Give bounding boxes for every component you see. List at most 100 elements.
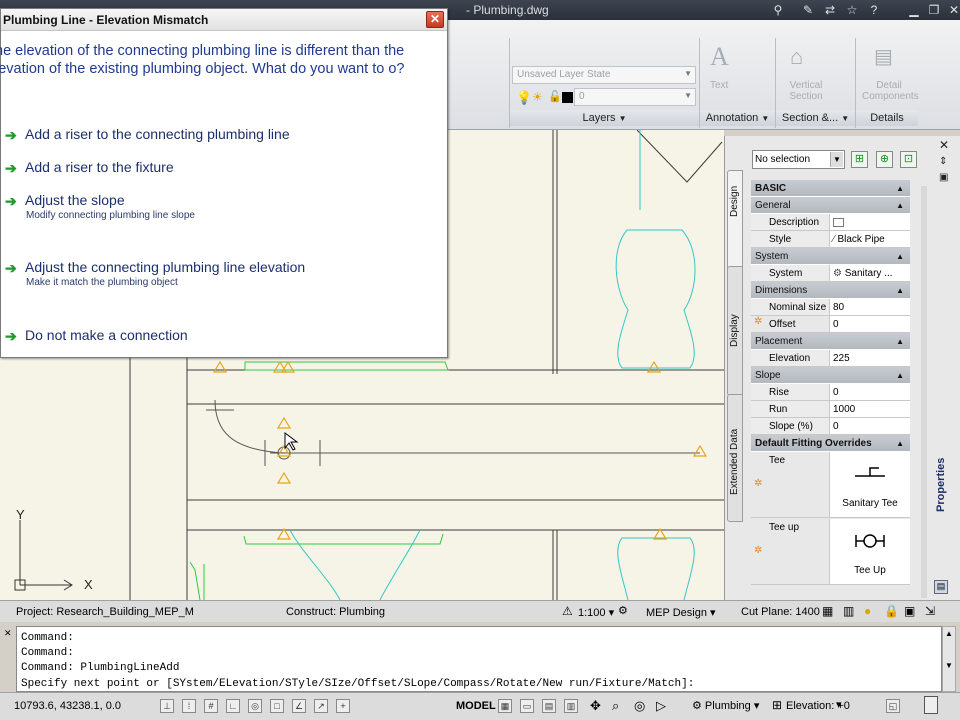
osnap-icon[interactable]: □ (270, 699, 284, 713)
prop-row-style[interactable]: Style ⁄ Black Pipe (751, 231, 910, 248)
annotation-scale-icon[interactable]: ⚠ (562, 604, 573, 618)
infer-constraints-icon[interactable]: ⊥ (160, 699, 174, 713)
construct-label[interactable]: Construct: Plumbing (286, 606, 385, 618)
selection-combo[interactable]: No selection ▼ (752, 150, 845, 169)
prop-row-system[interactable]: System ⚙ Sanitary ... (751, 265, 910, 282)
section-general[interactable]: General ▲ (751, 197, 910, 214)
pan-icon[interactable]: ✥ (590, 698, 601, 714)
restore-button[interactable]: ❐ (924, 1, 944, 19)
favorite-icon[interactable]: ☆ (844, 2, 860, 18)
ducs-icon[interactable]: ↗ (314, 699, 328, 713)
layer-combo[interactable]: 0 ▼ (574, 88, 696, 106)
select-objects-icon[interactable]: ⊕ (876, 151, 893, 168)
lock-status-icon[interactable]: 🔒 (884, 604, 899, 618)
option-riser-line[interactable]: ➔ Add a riser to the connecting plumbing… (1, 126, 421, 150)
prop-row-elevation[interactable]: Elevation 225 (751, 350, 910, 367)
clean-screen-button[interactable] (924, 696, 938, 714)
command-close-icon[interactable]: ✕ (4, 628, 14, 638)
house-icon[interactable]: ⌂ (790, 44, 803, 70)
dyn-icon[interactable]: + (336, 699, 350, 713)
command-prompt[interactable]: Specify next point or [SYstem/ELevation/… (21, 678, 694, 690)
sun-icon[interactable]: ☀ (532, 90, 543, 104)
exchange-icon[interactable]: ⇄ (822, 2, 838, 18)
close-window-button[interactable]: ✕ (944, 1, 960, 19)
text-button-label[interactable]: Text (710, 80, 728, 91)
quick-view-drawings-icon[interactable]: ▥ (564, 699, 578, 713)
toolbar-lock-icon[interactable]: ◱ (886, 699, 900, 713)
dialog-close-button[interactable]: ✕ (426, 11, 444, 28)
prop-row-slope-pct[interactable]: Slope (%) 0 (751, 418, 910, 435)
otrack-icon[interactable]: ∠ (292, 699, 306, 713)
clean-screen-icon[interactable]: ⇲ (925, 604, 935, 618)
model-toggle[interactable]: MODEL (456, 700, 496, 712)
ortho-icon[interactable]: ∟ (226, 699, 240, 713)
coordinates-readout[interactable]: 10793.6, 43238.1, 0.0 (14, 700, 121, 712)
grid-icon[interactable]: # (204, 699, 218, 713)
panel-label-details[interactable]: Details (856, 110, 918, 126)
vertical-section-label[interactable]: Vertical Section (786, 80, 826, 102)
quick-select-icon[interactable]: ⊞ (851, 151, 868, 168)
prop-row-tee[interactable]: ✲ Tee Sanitary Tee (751, 452, 910, 518)
detail-icon[interactable]: ▤ (874, 44, 893, 69)
detail-components-label[interactable]: Detail Components (862, 80, 919, 102)
option-adjust-elevation[interactable]: ➔ Adjust the connecting plumbing line el… (1, 259, 421, 293)
option-riser-fixture[interactable]: ➔ Add a riser to the fixture (1, 159, 421, 183)
layer-tools-icon[interactable]: ▦ (822, 604, 833, 618)
workspace-selector[interactable]: MEP Design ▾ (646, 606, 716, 619)
prop-row-description[interactable]: Description (751, 214, 910, 231)
tools-icon[interactable]: ✎ (800, 2, 816, 18)
section-dimensions[interactable]: Dimensions ▲ (751, 282, 910, 299)
layout2-icon[interactable]: ▭ (520, 699, 534, 713)
project-label[interactable]: Project: Research_Building_MEP_M (16, 606, 194, 618)
palette-close-icon[interactable]: ✕ (939, 138, 949, 152)
panel-label-annotation[interactable]: Annotation ▼ (700, 110, 775, 126)
text-icon[interactable]: A (710, 42, 729, 72)
help-icon[interactable]: ? (866, 2, 882, 18)
scale-toggle-icon[interactable]: ⚙ (618, 604, 628, 617)
command-window[interactable]: Command: Command: Command: PlumbingLineA… (16, 626, 942, 692)
prop-row-rise[interactable]: Rise 0 (751, 384, 910, 401)
scroll-down-icon[interactable]: ▼ (945, 661, 953, 670)
quick-view-layouts-icon[interactable]: ▤ (542, 699, 556, 713)
prop-row-offset[interactable]: ✲ Offset 0 (751, 316, 910, 333)
layout-icon[interactable]: ▦ (498, 699, 512, 713)
description-edit-icon[interactable] (833, 218, 844, 227)
scroll-up-icon[interactable]: ▲ (945, 629, 953, 638)
surface-hatch-icon[interactable]: ▥ (843, 604, 854, 618)
elevation-icon[interactable]: ⊞ (772, 698, 782, 712)
zoom-icon[interactable]: ⌕ (612, 698, 619, 714)
section-fitting-overrides[interactable]: Default Fitting Overrides ▲ (751, 435, 910, 452)
panel-label-layers[interactable]: Layers ▼ (510, 110, 699, 126)
palette-menu-icon[interactable]: ▣ (939, 172, 948, 183)
lock-icon[interactable]: 🔓 (548, 90, 562, 103)
command-scrollbar[interactable]: ▲ ▼ (942, 626, 956, 692)
palette-autohide-icon[interactable]: ⇕ (939, 156, 947, 167)
polar-icon[interactable]: ◎ (248, 699, 262, 713)
option-no-connection[interactable]: ➔ Do not make a connection (1, 327, 421, 351)
isolate-objects-icon[interactable]: ● (864, 604, 871, 618)
pickadd-icon[interactable]: ⊡ (900, 151, 917, 168)
section-slope[interactable]: Slope ▲ (751, 367, 910, 384)
tab-display[interactable]: Display (727, 266, 743, 396)
layer-color-swatch[interactable] (562, 92, 573, 103)
panel-label-section[interactable]: Section &... ▼ (776, 110, 855, 126)
cut-plane-label[interactable]: Cut Plane: 1400 (741, 606, 820, 618)
palette-scrollbar[interactable] (921, 186, 927, 598)
prop-row-run[interactable]: Run 1000 (751, 401, 910, 418)
binoculars-icon[interactable]: ⚲ (770, 2, 786, 18)
layer-state-combo[interactable]: Unsaved Layer State ▼ (512, 66, 696, 84)
plumbing-layer-key[interactable]: ⚙ Plumbing ▾ (692, 699, 759, 712)
section-placement[interactable]: Placement ▲ (751, 333, 910, 350)
prop-row-tee-up[interactable]: ✲ Tee up Tee Up (751, 519, 910, 585)
minimize-button[interactable]: ▁ (904, 1, 924, 19)
monitor-icon[interactable]: ▣ (904, 604, 915, 618)
prop-row-nominal-size[interactable]: Nominal size 80 (751, 299, 910, 316)
lightbulb-icon[interactable]: 💡 (516, 90, 532, 106)
snap-icon[interactable]: ⁞ (182, 699, 196, 713)
annotation-scale[interactable]: 1:100 ▾ (578, 606, 614, 619)
tab-extended-data[interactable]: Extended Data (727, 394, 743, 522)
section-basic[interactable]: BASIC ▲ (751, 180, 910, 197)
showmotion-icon[interactable]: ▷ (656, 698, 666, 714)
elevation-dropdown-icon[interactable]: ▾ (836, 698, 842, 711)
option-adjust-slope[interactable]: ➔ Adjust the slope Modify connecting plu… (1, 192, 421, 226)
